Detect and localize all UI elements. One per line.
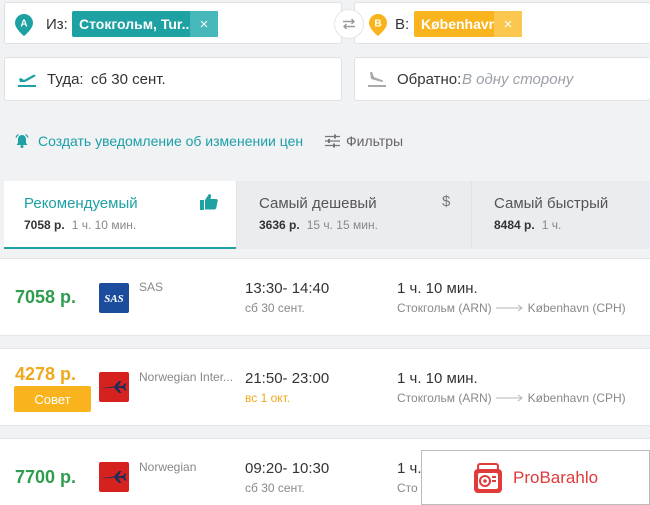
norwegian-logo — [99, 462, 129, 492]
destination-chip[interactable]: København × — [414, 11, 522, 37]
destination-field[interactable]: B В: København × — [354, 2, 650, 44]
route-origin: Стокгольм (ARN) — [397, 301, 492, 315]
sas-logo-mark: SAS — [104, 293, 124, 305]
route-origin: Стокгольм (ARN) — [397, 391, 492, 405]
flight-price: 7700 р. — [15, 467, 77, 487]
sas-logo: SAS — [99, 283, 129, 313]
tab-recommended[interactable]: Рекомендуемый 7058 р. 1 ч. 10 мин. — [4, 181, 236, 249]
depart-label: Туда: — [47, 71, 84, 88]
takeoff-icon — [18, 74, 36, 87]
norwegian-logo — [99, 372, 129, 402]
return-placeholder: В одну сторону — [462, 71, 574, 88]
flight-date: сб 30 сент. — [245, 481, 305, 495]
flight-times: 21:50- 23:00 — [245, 370, 330, 387]
flight-times: 09:20- 10:30 — [245, 460, 330, 477]
route-arrow-icon — [495, 394, 523, 402]
tab-fastest[interactable]: Самый быстрый 8484 р. 1 ч. — [471, 181, 650, 249]
tab-fastest-summary: 8484 р. 1 ч. — [494, 218, 561, 232]
destination-clear-icon[interactable]: × — [494, 11, 522, 37]
depart-value: сб 30 сент. — [91, 71, 166, 88]
filters-sliders-icon — [325, 134, 340, 148]
return-date-field[interactable]: Обратно: В одну сторону — [354, 57, 650, 101]
swap-button[interactable] — [334, 9, 364, 39]
tab-cheapest[interactable]: Самый дешевый $ 3636 р. 15 ч. 15 мин. — [236, 181, 471, 249]
swap-icon — [343, 18, 355, 30]
origin-pin-icon: A — [15, 14, 33, 36]
flight-duration: 1 ч. — [397, 460, 422, 477]
flight-price: 4278 р. — [15, 364, 77, 384]
route-destination: København (CPH) — [527, 391, 626, 405]
origin-chip[interactable]: Стокгольм, Tur... × — [72, 11, 218, 37]
watermark: ProBarahlo — [421, 450, 650, 505]
route-origin: Сто — [397, 481, 418, 495]
tab-recommended-price: 7058 р. — [24, 218, 65, 232]
airline-name: Norwegian Inter... — [139, 370, 234, 384]
origin-clear-icon[interactable]: × — [190, 11, 218, 37]
airplane-icon — [103, 381, 127, 393]
destination-chip-text: København — [421, 16, 494, 32]
flight-result-card[interactable]: 4278 р. Совет Norwegian Inter... 21:50- … — [0, 348, 650, 426]
airline-name: Norwegian — [139, 460, 197, 474]
flight-price: 7058 р. — [15, 287, 77, 307]
tab-cheapest-title: Самый дешевый — [259, 195, 377, 212]
depart-date-field[interactable]: Туда: сб 30 сент. — [4, 57, 342, 101]
origin-field[interactable]: A Из: Стокгольм, Tur... × — [4, 2, 342, 44]
flight-result-card[interactable]: 7058 р. SAS SAS 13:30- 14:40 сб 30 сент.… — [0, 258, 650, 336]
tab-fastest-duration: 1 ч. — [541, 218, 562, 232]
svg-text:A: A — [20, 19, 27, 30]
airline-name: SAS — [139, 280, 164, 294]
destination-label: В: — [395, 16, 410, 33]
watermark-text: ProBarahlo — [513, 468, 599, 487]
tab-recommended-summary: 7058 р. 1 ч. 10 мин. — [24, 218, 136, 232]
svg-text:B: B — [374, 19, 381, 30]
svg-text:SAS: SAS — [104, 293, 124, 305]
flight-duration: 1 ч. 10 мин. — [397, 370, 478, 387]
landing-icon — [368, 72, 386, 87]
dollar-icon: $ — [442, 193, 451, 210]
flight-route: Стокгольм (ARN) København (CPH) — [397, 391, 626, 405]
tip-badge: Совет — [14, 386, 91, 412]
tab-recommended-duration: 1 ч. 10 мин. — [71, 218, 137, 232]
price-alert-link[interactable]: Создать уведомление об изменении цен — [14, 133, 303, 149]
sort-tabs: Рекомендуемый 7058 р. 1 ч. 10 мин. Самый … — [4, 181, 650, 249]
flight-route: Сто — [397, 481, 418, 495]
alarm-bell-icon — [15, 133, 29, 148]
flight-duration: 1 ч. 10 мин. — [397, 280, 478, 297]
flight-route: Стокгольм (ARN) København (CPH) — [397, 301, 626, 315]
tab-recommended-title: Рекомендуемый — [24, 195, 138, 212]
airplane-icon — [103, 471, 127, 483]
price-alert-label: Создать уведомление об изменении цен — [38, 133, 304, 149]
flight-date: вс 1 окт. — [245, 391, 291, 405]
tab-fastest-title: Самый быстрый — [494, 195, 609, 212]
tab-cheapest-summary: 3636 р. 15 ч. 15 мин. — [259, 218, 378, 232]
flight-times: 13:30- 14:40 — [245, 280, 330, 297]
search-panel: A Из: Стокгольм, Tur... × B В: København… — [0, 0, 650, 118]
tab-cheapest-price: 3636 р. — [259, 218, 300, 232]
route-destination: København (CPH) — [527, 301, 626, 315]
route-arrow-icon — [495, 304, 523, 312]
origin-label: Из: — [46, 16, 68, 33]
return-label: Обратно: — [397, 71, 462, 88]
tab-fastest-price: 8484 р. — [494, 218, 535, 232]
thumbs-up-icon — [200, 194, 218, 210]
filters-label: Фильтры — [346, 133, 404, 149]
destination-pin-icon: B — [369, 14, 387, 36]
flight-date: сб 30 сент. — [245, 301, 305, 315]
watermark-logo-icon — [474, 463, 502, 493]
filters-button[interactable]: Фильтры — [325, 133, 403, 149]
tab-cheapest-duration: 15 ч. 15 мин. — [306, 218, 378, 232]
origin-chip-text: Стокгольм, Tur... — [79, 16, 190, 32]
